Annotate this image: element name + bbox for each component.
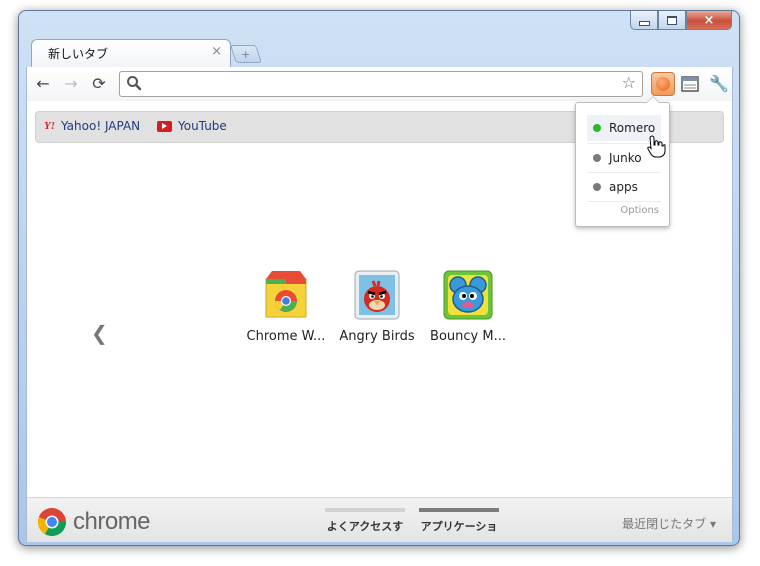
previous-page-arrow-icon[interactable]: ❮	[91, 321, 108, 345]
bookmark-yahoo-japan[interactable]: Y! Yahoo! JAPAN	[44, 119, 140, 133]
bookmark-youtube[interactable]: YouTube	[157, 119, 227, 133]
app-label: Angry Birds	[339, 329, 415, 344]
tab-label: よくアクセスす	[326, 520, 404, 533]
tab-label: アプリケーショ	[420, 520, 498, 533]
maximize-button[interactable]	[658, 11, 686, 30]
popup-item-label: Junko	[609, 151, 642, 165]
app-chrome-web-store[interactable]: Chrome W...	[241, 269, 331, 344]
window-controls: ×	[630, 11, 732, 30]
app-angry-birds[interactable]: Angry Birds	[332, 269, 422, 344]
divider	[587, 201, 661, 202]
chrome-brand: chrome	[37, 507, 151, 537]
toolbar: ← → ⟳ ☆ 🔧	[26, 67, 733, 101]
address-bar[interactable]: ☆	[119, 71, 643, 97]
tab-most-visited[interactable]: よくアクセスす	[325, 508, 405, 534]
extension-icon	[656, 77, 670, 91]
chrome-logo-icon	[37, 507, 66, 536]
wrench-icon[interactable]: 🔧	[709, 74, 729, 93]
maximize-icon	[667, 15, 677, 25]
page-menu-icon[interactable]	[681, 76, 699, 92]
app-label: Chrome W...	[246, 329, 326, 344]
chrome-wordmark: chrome	[73, 508, 151, 535]
search-icon	[127, 76, 142, 91]
tab-applications[interactable]: アプリケーショ	[419, 508, 499, 534]
new-tab-footer: chrome よくアクセスす アプリケーショ 最近閉じたタブ ▾	[27, 497, 732, 542]
angry-birds-icon	[354, 270, 400, 320]
back-arrow-icon: ←	[36, 74, 50, 93]
browser-window: × 新しいタブ × + ← → ⟳ ☆ 🔧 Y! Yahoo! JAPAN Yo…	[18, 10, 740, 546]
back-button[interactable]: ←	[33, 74, 53, 94]
tab-indicator	[325, 508, 405, 512]
tab-title: 新しいタブ	[48, 47, 109, 61]
reload-icon: ⟳	[92, 74, 106, 93]
tab-indicator	[419, 508, 499, 512]
popup-item-label: Romero	[609, 121, 656, 135]
tab-new-tab[interactable]: 新しいタブ ×	[31, 39, 231, 68]
popup-options-link[interactable]: Options	[620, 205, 659, 216]
status-dot-icon	[593, 154, 601, 162]
app-label: Bouncy M...	[430, 329, 506, 344]
close-icon: ×	[703, 12, 715, 28]
bookmark-label: YouTube	[178, 119, 227, 133]
new-tab-button[interactable]: +	[230, 45, 262, 63]
minimize-button[interactable]	[630, 11, 658, 30]
bouncy-mouse-icon	[443, 270, 493, 320]
app-bouncy-mouse[interactable]: Bouncy M...	[423, 269, 513, 344]
plus-icon: +	[241, 47, 251, 61]
extension-popup-menu: Romero Junko apps Options	[575, 96, 670, 227]
extension-button[interactable]	[651, 72, 675, 96]
tab-close-icon[interactable]: ×	[211, 44, 222, 59]
divider	[587, 172, 661, 173]
reload-button[interactable]: ⟳	[89, 74, 109, 94]
star-icon[interactable]: ☆	[622, 73, 636, 92]
minimize-icon	[638, 21, 650, 26]
hand-cursor-icon	[647, 135, 666, 158]
recently-closed-tabs-menu[interactable]: 最近閉じたタブ ▾	[622, 515, 716, 532]
close-window-button[interactable]: ×	[686, 11, 732, 30]
bookmark-label: Yahoo! JAPAN	[61, 119, 141, 133]
forward-button[interactable]: →	[61, 74, 81, 94]
status-dot-icon	[593, 124, 601, 132]
popup-item-apps[interactable]: apps	[587, 174, 661, 200]
popup-item-label: apps	[609, 180, 638, 194]
yahoo-icon: Y!	[44, 120, 55, 132]
forward-arrow-icon: →	[64, 74, 78, 93]
chrome-web-store-icon	[265, 271, 307, 318]
youtube-icon	[157, 120, 172, 132]
status-dot-icon	[593, 183, 601, 191]
